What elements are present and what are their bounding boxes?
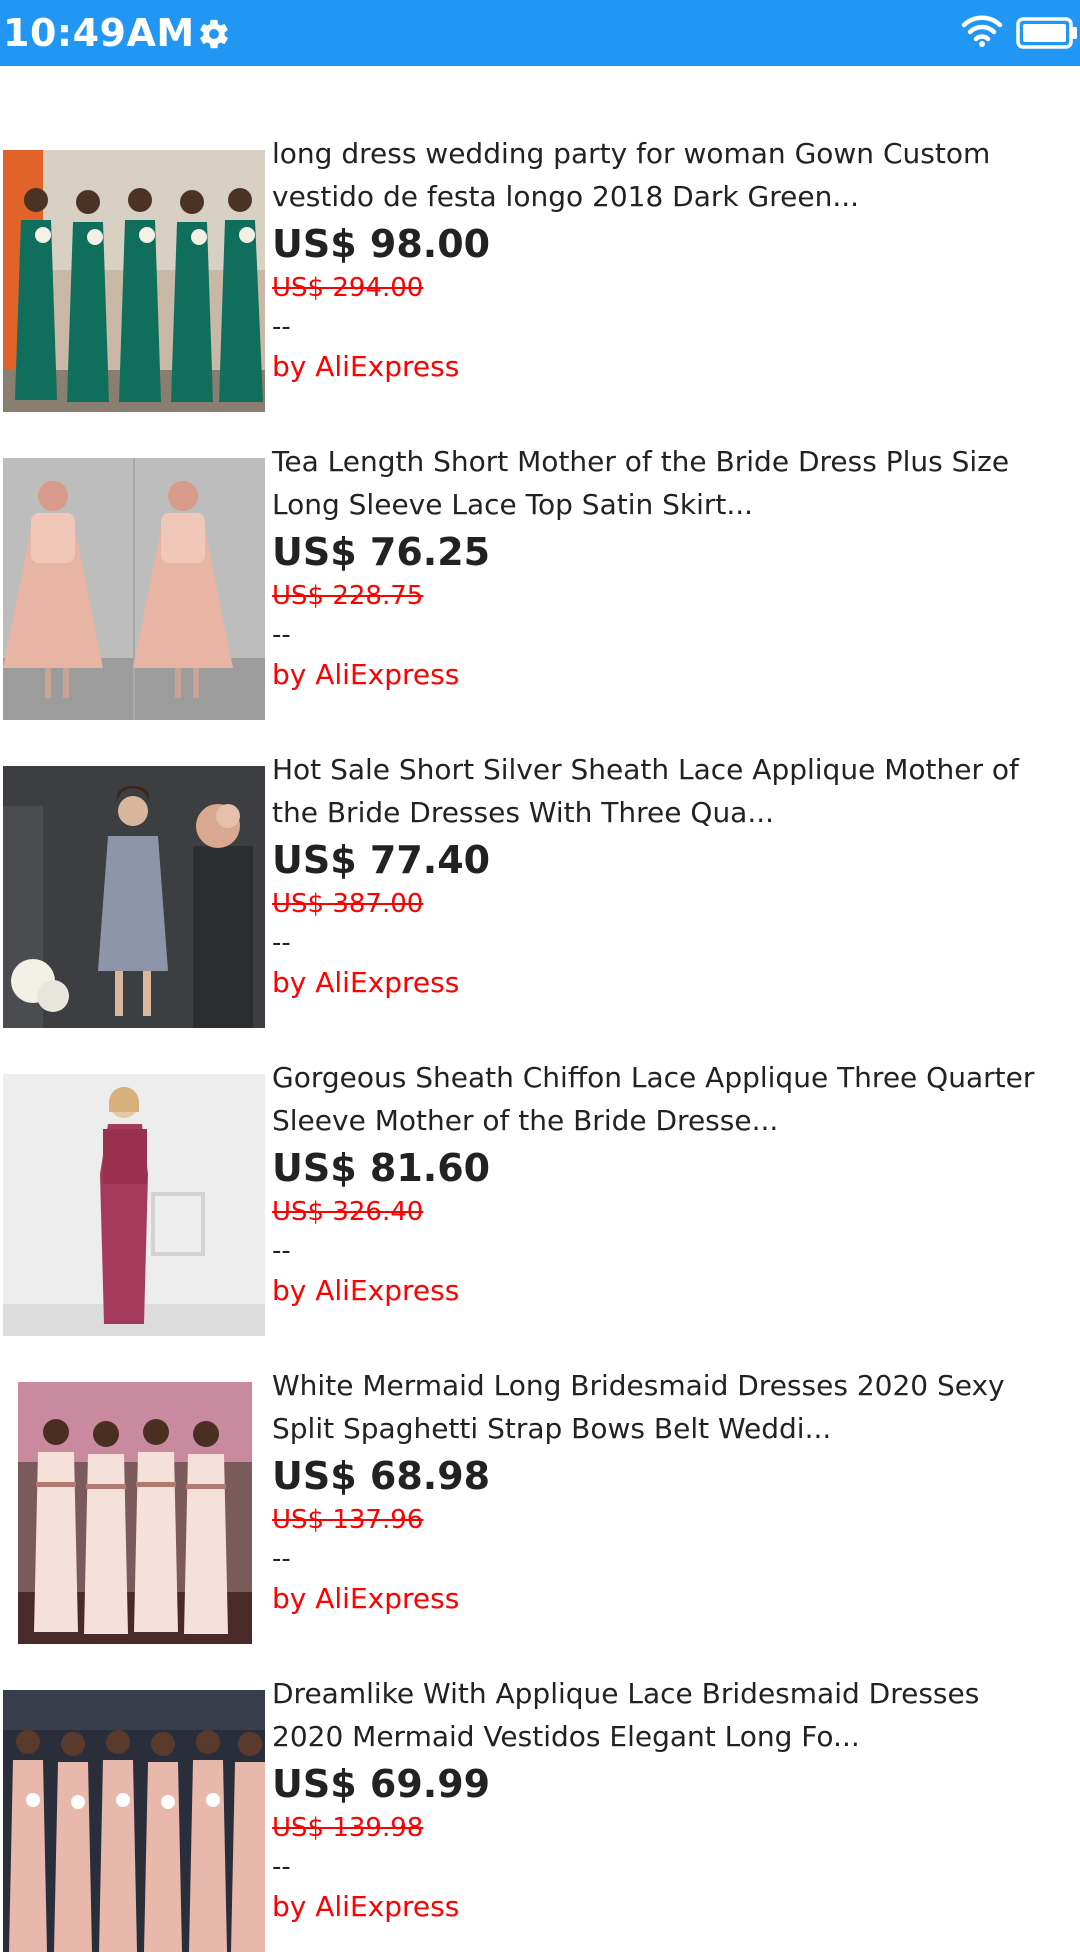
product-price: US$ 98.00 xyxy=(272,222,491,266)
product-info: Tea Length Short Mother of the Bride Dre… xyxy=(272,440,1072,695)
product-title-line: Split Spaghetti Strap Bows Belt Weddi... xyxy=(272,1412,832,1445)
original-price: US$ 387.00 xyxy=(272,889,424,919)
product-price: US$ 68.98 xyxy=(272,1454,491,1498)
product-title-line: vestido de festa longo 2018 Dark Green..… xyxy=(272,180,860,213)
product-title-line: Long Sleeve Lace Top Satin Skirt... xyxy=(272,488,754,521)
original-price: US$ 137.96 xyxy=(272,1505,424,1535)
product-image[interactable] xyxy=(3,150,265,412)
product-title-line: long dress wedding party for woman Gown … xyxy=(272,137,991,170)
product-title[interactable]: White Mermaid Long Bridesmaid Dresses 20… xyxy=(272,1364,1072,1450)
product-title[interactable]: Tea Length Short Mother of the Bride Dre… xyxy=(272,440,1072,526)
product-item[interactable]: long dress wedding party for woman Gown … xyxy=(0,66,1080,412)
product-info: Dreamlike With Applique Lace Bridesmaid … xyxy=(272,1672,1072,1927)
product-rating: -- xyxy=(272,1544,291,1574)
product-rating: -- xyxy=(272,928,291,958)
product-title[interactable]: Hot Sale Short Silver Sheath Lace Appliq… xyxy=(272,748,1072,834)
product-info: Hot Sale Short Silver Sheath Lace Appliq… xyxy=(272,748,1072,1003)
original-price: US$ 228.75 xyxy=(272,581,424,611)
product-info: White Mermaid Long Bridesmaid Dresses 20… xyxy=(272,1364,1072,1619)
product-title-line: Dreamlike With Applique Lace Bridesmaid … xyxy=(272,1677,980,1710)
product-rating: -- xyxy=(272,312,291,342)
product-image[interactable] xyxy=(3,458,265,720)
product-price: US$ 76.25 xyxy=(272,530,491,574)
product-image[interactable] xyxy=(3,1074,265,1336)
product-price: US$ 69.99 xyxy=(272,1762,491,1806)
product-item[interactable]: Tea Length Short Mother of the Bride Dre… xyxy=(0,374,1080,720)
product-title-line: Sleeve Mother of the Bride Dresse... xyxy=(272,1104,779,1137)
product-info: long dress wedding party for woman Gown … xyxy=(272,132,1072,387)
product-rating: -- xyxy=(272,1852,291,1882)
original-price: US$ 294.00 xyxy=(272,273,424,303)
product-price: US$ 77.40 xyxy=(272,838,491,882)
product-image[interactable] xyxy=(3,1690,265,1952)
product-rating: -- xyxy=(272,620,291,650)
product-title[interactable]: Dreamlike With Applique Lace Bridesmaid … xyxy=(272,1672,1072,1758)
product-image[interactable] xyxy=(3,1382,265,1644)
product-title[interactable]: long dress wedding party for woman Gown … xyxy=(272,132,1072,218)
product-image[interactable] xyxy=(3,766,265,1028)
original-price: US$ 139.98 xyxy=(272,1813,424,1843)
seller-link[interactable]: by AliExpress xyxy=(272,1887,1072,1927)
original-price: US$ 326.40 xyxy=(272,1197,424,1227)
product-title-line: 2020 Mermaid Vestidos Elegant Long Fo... xyxy=(272,1720,860,1753)
gear-icon xyxy=(200,19,228,49)
product-title-line: the Bride Dresses With Three Qua... xyxy=(272,796,775,829)
product-info: Gorgeous Sheath Chiffon Lace Applique Th… xyxy=(272,1056,1072,1311)
product-price: US$ 81.60 xyxy=(272,1146,491,1190)
wifi-icon xyxy=(961,15,1003,47)
product-title-line: Tea Length Short Mother of the Bride Dre… xyxy=(272,445,1010,478)
product-item[interactable]: Hot Sale Short Silver Sheath Lace Appliq… xyxy=(0,682,1080,1028)
product-item[interactable]: Dreamlike With Applique Lace Bridesmaid … xyxy=(0,1606,1080,1952)
product-rating: -- xyxy=(272,1236,291,1266)
product-title-line: Gorgeous Sheath Chiffon Lace Applique Th… xyxy=(272,1061,1035,1094)
product-title-line: Hot Sale Short Silver Sheath Lace Appliq… xyxy=(272,753,1019,786)
product-title-line: White Mermaid Long Bridesmaid Dresses 20… xyxy=(272,1369,1005,1402)
product-title[interactable]: Gorgeous Sheath Chiffon Lace Applique Th… xyxy=(272,1056,1072,1142)
status-time: 10:49AM xyxy=(3,11,195,55)
product-item[interactable]: White Mermaid Long Bridesmaid Dresses 20… xyxy=(0,1298,1080,1644)
battery-icon xyxy=(1016,17,1077,49)
product-item[interactable]: Gorgeous Sheath Chiffon Lace Applique Th… xyxy=(0,990,1080,1336)
status-bar: 10:49AM xyxy=(0,0,1080,66)
